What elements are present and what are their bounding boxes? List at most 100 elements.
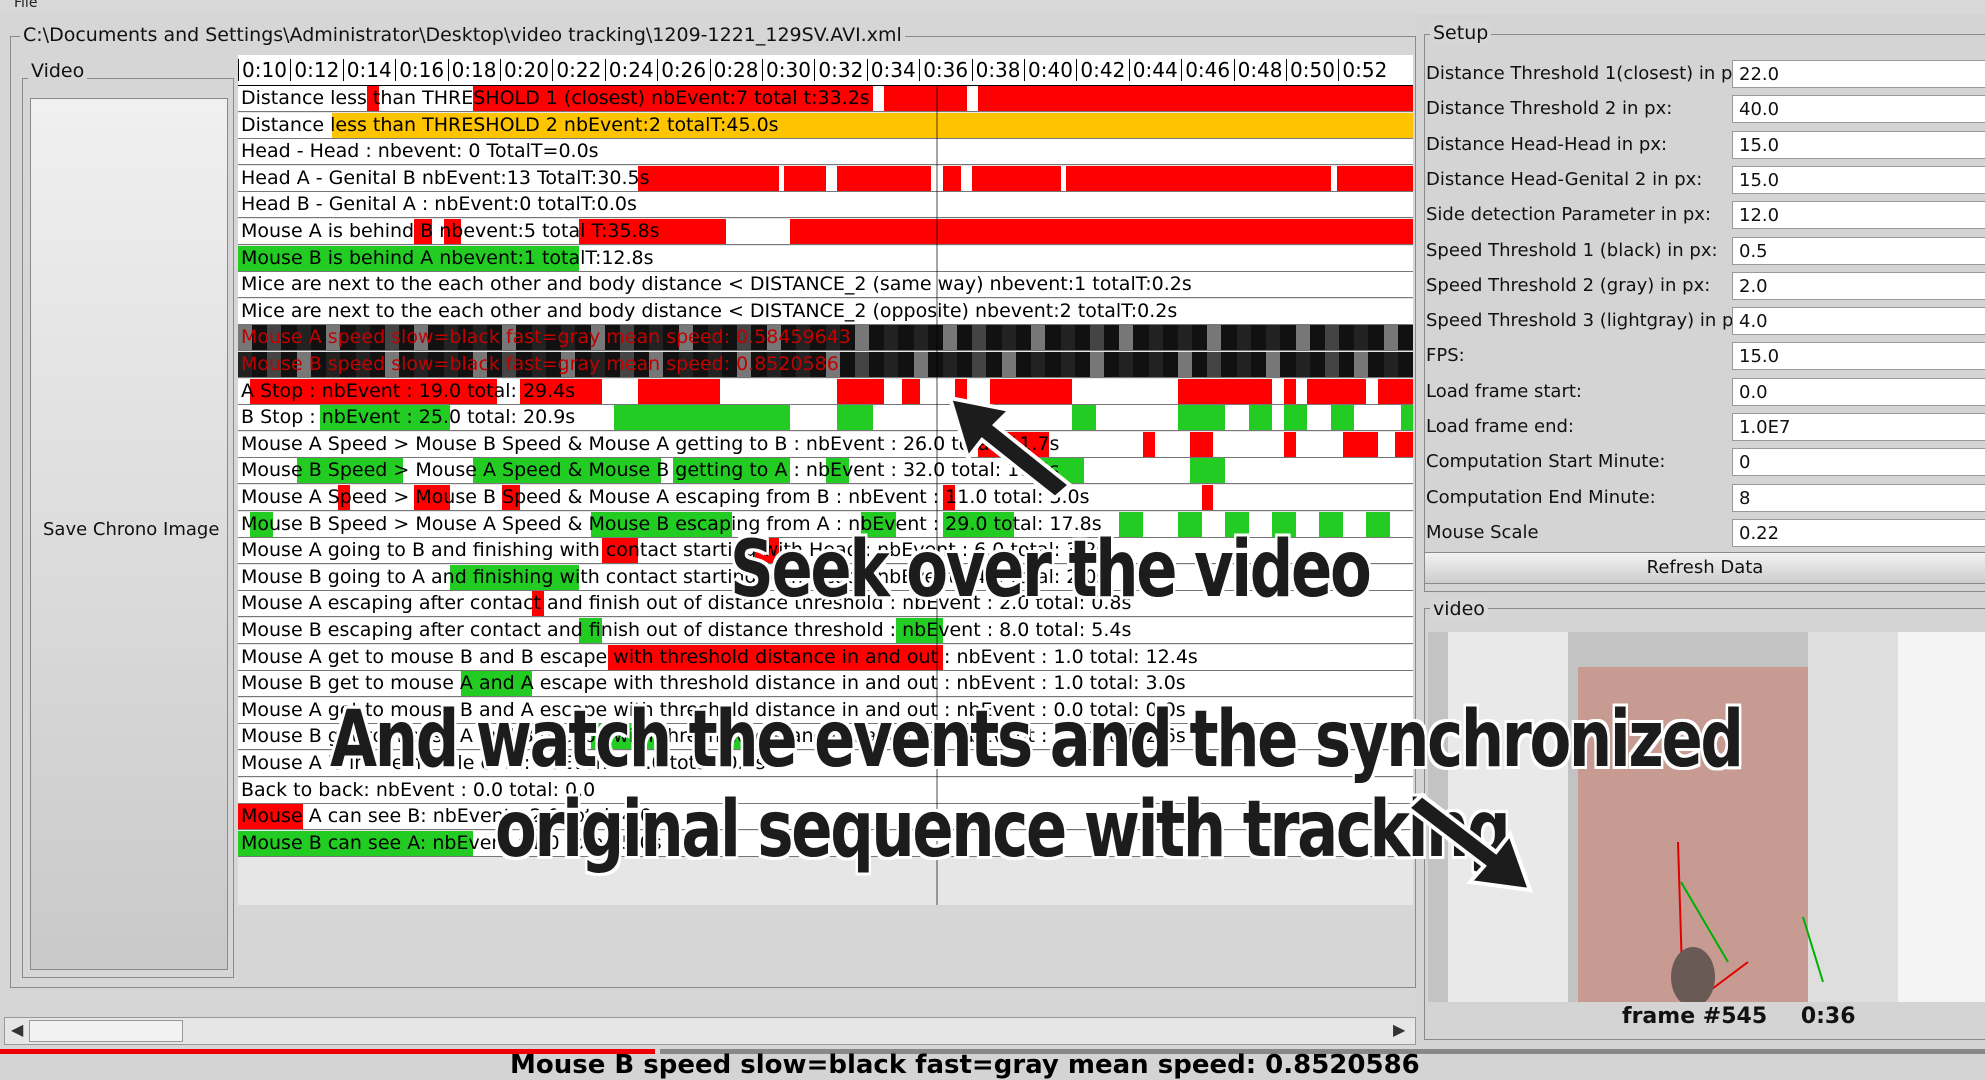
setup-field-label: Distance Head-Genital 2 in px: [1426,168,1703,190]
menu-file[interactable]: File [14,0,37,10]
setup-field-input[interactable]: 40.0 [1732,95,1985,124]
setup-field-input[interactable]: 15.0 [1732,165,1985,194]
speed-segment [1031,325,1046,351]
time-tick: 0:48 [1233,59,1283,81]
event-row-label: Mouse B get to mouse A and A escape with… [241,672,1186,695]
event-row[interactable]: Head A - Genital B nbEvent:13 TotalT:30.… [238,165,1413,192]
menu-bar: File [0,0,1985,14]
setup-field-label: Computation Start Minute: [1426,451,1666,473]
event-row[interactable]: Mouse B Speed > Mouse A Speed & Mouse B … [238,458,1413,485]
setup-field-input[interactable]: 1.0E7 [1732,413,1985,441]
setup-field-input[interactable]: 15.0 [1732,130,1985,159]
setup-field-input[interactable]: 0.22 [1732,518,1985,547]
event-row[interactable]: Mice are next to the each other and body… [238,298,1413,325]
speed-segment [1266,352,1281,377]
setup-field-input[interactable]: 22.0 [1732,60,1985,88]
speed-segment [1207,325,1222,351]
event-segment [943,165,961,191]
time-tick: 0:42 [1076,59,1125,81]
event-segment [1283,431,1296,457]
setup-field-input[interactable]: 0.5 [1732,236,1985,265]
setup-field-input[interactable]: 15.0 [1732,342,1985,371]
event-segment [1142,431,1155,457]
arrow-down-right-icon [1404,792,1533,893]
speed-segment [884,325,899,351]
time-tick: 0:36 [919,59,968,81]
event-row[interactable]: Head - Head : nbevent: 0 TotalT=0.0s [238,139,1413,166]
horizontal-scrollbar[interactable]: ◀ ▶ [4,1017,1416,1045]
event-segment [1395,431,1413,457]
setup-field-label: Distance Threshold 1(closest) in px: [1426,63,1750,84]
setup-field-label: Distance Threshold 2 in px: [1426,98,1673,120]
event-row[interactable]: Mice are next to the each other and body… [238,272,1413,299]
event-segment [884,86,967,111]
event-row[interactable]: Mouse B get to mouse A and A escape with… [238,671,1413,698]
event-row-label: B Stop : nbEvent : 25.0 total: 20.9s [241,406,576,429]
setup-field-input[interactable]: 8 [1732,483,1985,512]
scroll-right-icon[interactable]: ▶ [1393,1020,1405,1039]
event-row-label: Head - Head : nbevent: 0 TotalT=0.0s [241,140,599,163]
time-tick: 0:38 [971,59,1021,81]
save-chrono-image-button[interactable]: Save Chrono Image [30,98,228,970]
speed-segment [1031,352,1046,377]
event-row[interactable]: Mouse A Speed > Mouse B Speed & Mouse A … [238,431,1413,458]
event-row[interactable]: B Stop : nbEvent : 25.0 total: 20.9s [238,405,1413,432]
setup-field-label: Computation End Minute: [1426,486,1656,508]
frame-number: frame #545 [1622,1004,1768,1029]
speed-segment [943,325,958,351]
refresh-data-button[interactable]: Refresh Data [1424,552,1985,584]
setup-field-input[interactable]: 4.0 [1732,307,1985,336]
event-row[interactable]: Mouse A Speed > Mouse B Speed & Mouse A … [238,485,1413,511]
event-row[interactable]: Mouse B speed slow=black fast=gray mean … [238,352,1413,378]
setup-field-input[interactable]: 2.0 [1732,271,1985,300]
speed-segment [1236,352,1251,377]
event-row[interactable]: Mouse A get to mouse B and B escape with… [238,644,1413,671]
event-row[interactable]: A Stop : nbEvent : 19.0 total: 29.4s [238,378,1413,405]
event-segment [901,378,920,404]
event-segment [1307,378,1366,404]
speed-segment [972,352,987,377]
speed-segment [1060,352,1075,377]
event-segment [1066,165,1331,191]
setup-field-input[interactable]: 0 [1732,448,1985,477]
setup-field-label: Speed Threshold 2 (gray) in px: [1426,274,1711,296]
setup-field-input[interactable]: 12.0 [1732,201,1985,230]
setup-field-label: Mouse Scale [1426,521,1539,543]
setup-field-input[interactable]: 0.0 [1732,377,1985,406]
event-segment [1283,405,1308,431]
time-tick: 0:10 [238,59,287,81]
event-row[interactable]: Mouse B escaping after contact and finis… [238,618,1413,644]
scroll-left-icon[interactable]: ◀ [11,1020,23,1039]
speed-segment [913,325,928,351]
event-row[interactable]: Distance less than THRESHOLD 1 (closest)… [238,86,1413,112]
event-row-label: Mouse B is behind A nbevent:1 totalT:12.… [241,246,654,269]
speed-segment [1178,325,1193,351]
setup-field-label: Speed Threshold 1 (black) in px: [1426,239,1718,261]
speed-segment [1354,352,1369,377]
event-row[interactable]: Mouse A is behind B nbevent:5 total T:35… [238,219,1413,245]
event-row-label: Mouse A speed slow=black fast=gray mean … [241,326,851,349]
setup-field-label: FPS: [1426,345,1465,367]
scroll-thumb[interactable] [29,1020,183,1042]
speed-segment [1324,325,1339,351]
video-group-title: Video [28,60,88,82]
event-segment [790,219,1413,244]
time-tick: 0:12 [290,59,339,81]
speed-segment [1119,352,1134,377]
event-row[interactable]: Head B - Genital A : nbEvent:0 totalT:0.… [238,192,1413,219]
setup-field-row: Distance Threshold 2 in px: 40.0 [1426,93,1985,128]
setup-field-row: Computation Start Minute: 0 [1426,446,1985,481]
speed-segment [913,352,928,377]
speed-segment [1266,325,1281,351]
event-segment [978,86,1413,111]
event-segment [614,405,791,431]
time-tick: 0:32 [814,59,863,81]
event-row[interactable]: Distance less than THRESHOLD 2 nbEvent:2… [238,112,1413,139]
frame-time: 0:36 [1800,1004,1856,1029]
setup-field-label: Speed Threshold 3 (lightgray) in px: [1426,310,1751,332]
setup-field-row: Distance Head-Genital 2 in px: 15.0 [1426,164,1985,199]
event-row[interactable]: Mouse A speed slow=black fast=gray mean … [238,325,1413,352]
player-subtitle: Mouse B speed slow=black fast=gray mean … [510,1050,1420,1080]
setup-field-row: Speed Threshold 3 (lightgray) in px: 4.0 [1426,305,1985,340]
event-row[interactable]: Mouse B is behind A nbevent:1 totalT:12.… [238,245,1413,272]
